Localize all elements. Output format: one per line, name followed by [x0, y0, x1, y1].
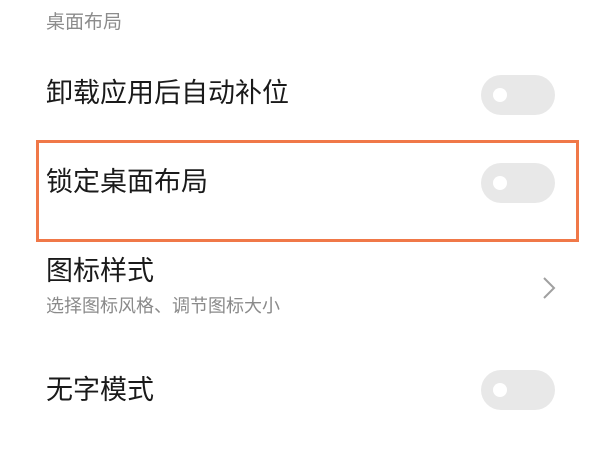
no-text-mode-toggle[interactable]: [481, 370, 555, 410]
chevron-right-icon[interactable]: [538, 275, 560, 301]
toggle-knob: [493, 176, 507, 190]
setting-row-lock-layout[interactable]: 锁定桌面布局: [0, 150, 600, 222]
setting-label-icon-style: 图标样式: [46, 256, 154, 287]
setting-description-icon-style: 选择图标风格、调节图标大小: [46, 296, 280, 317]
toggle-knob: [493, 383, 507, 397]
toggle-knob: [493, 88, 507, 102]
setting-row-auto-fill[interactable]: 卸载应用后自动补位: [0, 62, 600, 132]
setting-label-lock-layout: 锁定桌面布局: [46, 167, 208, 198]
section-title: 桌面布局: [46, 11, 123, 33]
auto-fill-toggle[interactable]: [481, 75, 555, 115]
setting-label-auto-fill: 卸载应用后自动补位: [46, 78, 289, 109]
setting-row-no-text-mode[interactable]: 无字模式: [0, 355, 600, 427]
lock-layout-toggle[interactable]: [481, 163, 555, 203]
setting-label-no-text-mode: 无字模式: [46, 375, 154, 406]
setting-row-icon-style[interactable]: 图标样式 选择图标风格、调节图标大小: [0, 250, 600, 330]
